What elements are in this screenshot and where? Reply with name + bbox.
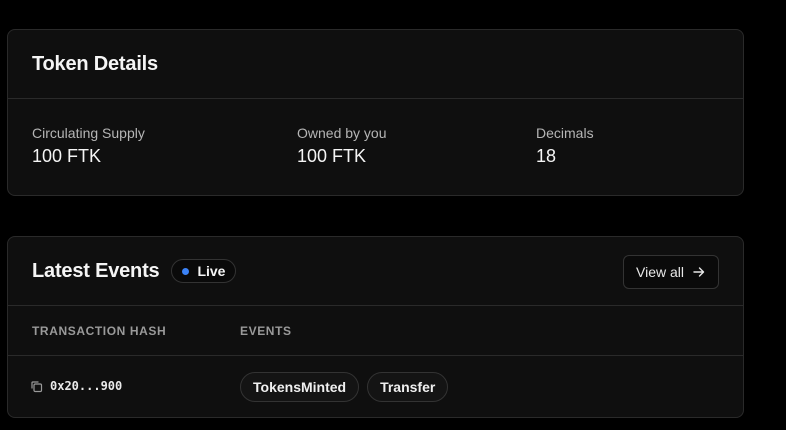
event-badge-tokens-minted: TokensMinted xyxy=(240,372,360,402)
stat-value: 18 xyxy=(536,146,557,166)
transaction-hash[interactable]: 0x20...900 xyxy=(50,379,122,393)
token-stats: Circulating Supply 100 FTK Owned by you … xyxy=(8,99,743,196)
live-badge: Live xyxy=(171,259,237,283)
stat-label: Circulating Supply xyxy=(32,125,145,141)
stat-label: Decimals xyxy=(536,125,594,141)
transaction-hash-cell: 0x20...900 xyxy=(30,379,122,393)
arrow-right-icon xyxy=(692,265,706,279)
latest-events-title: Latest Events xyxy=(32,259,160,282)
token-details-title: Token Details xyxy=(32,52,158,75)
stat-value: 100 FTK xyxy=(32,146,102,166)
live-dot-icon xyxy=(182,267,190,275)
stat-label: Owned by you xyxy=(297,125,387,141)
copy-icon[interactable] xyxy=(30,380,43,393)
stat-circulating-supply: Circulating Supply 100 FTK xyxy=(32,125,145,166)
latest-events-card: Latest Events Live View all TRANSACTION … xyxy=(7,236,744,418)
stat-owned-by-you: Owned by you 100 FTK xyxy=(297,125,387,166)
view-all-button[interactable]: View all xyxy=(623,255,719,289)
events-table-header: TRANSACTION HASH EVENTS xyxy=(8,306,743,356)
token-details-header: Token Details xyxy=(8,30,743,99)
live-label: Live xyxy=(197,263,226,279)
event-badge-transfer: Transfer xyxy=(367,372,449,402)
table-row: 0x20...900 TokensMinted Transfer xyxy=(8,356,743,417)
column-header-transaction-hash: TRANSACTION HASH xyxy=(32,324,167,338)
stat-value: 100 FTK xyxy=(297,146,367,166)
token-details-card: Token Details Circulating Supply 100 FTK… xyxy=(7,29,744,196)
events-cell: TokensMinted Transfer xyxy=(240,372,456,402)
stat-decimals: Decimals 18 xyxy=(536,125,594,166)
column-header-events: EVENTS xyxy=(240,324,292,338)
view-all-label: View all xyxy=(636,264,684,280)
latest-events-header: Latest Events Live View all xyxy=(8,237,743,306)
